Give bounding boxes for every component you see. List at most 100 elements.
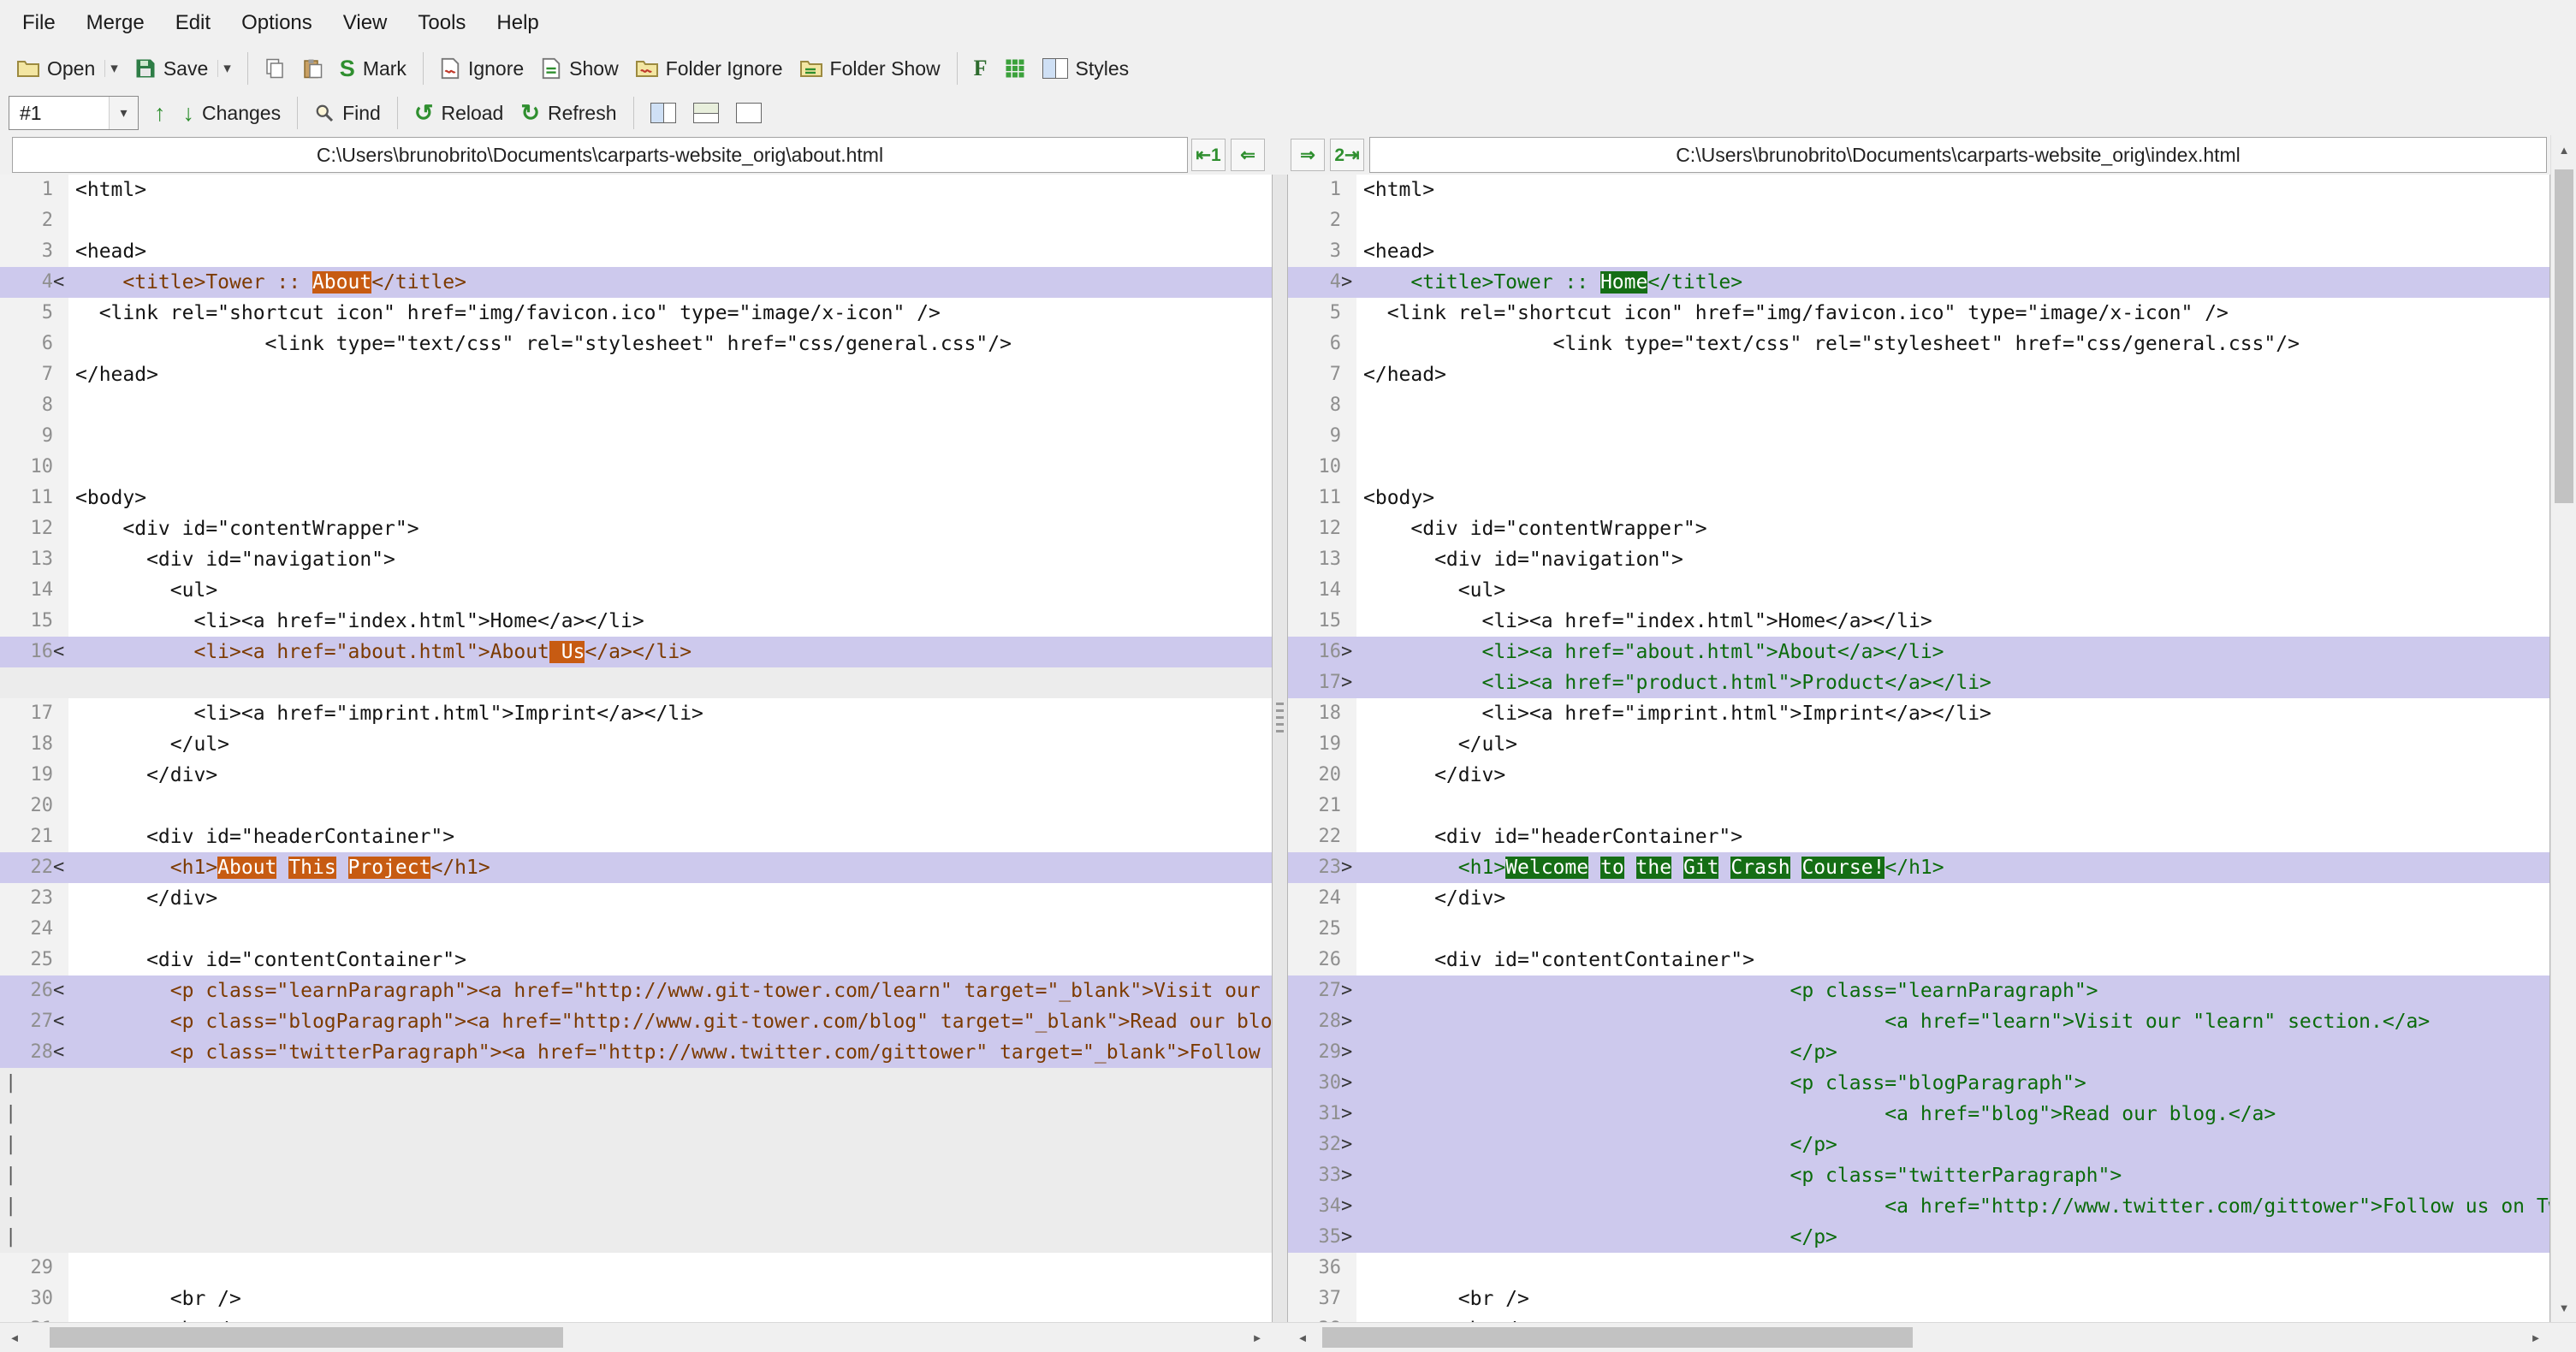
right-horizontal-scrollbar-thumb[interactable]	[1322, 1327, 1913, 1348]
code-line[interactable]: 5 <link rel="shortcut icon" href="img/fa…	[1288, 298, 2549, 329]
left-file-header[interactable]: C:\Users\brunobrito\Documents\carparts-w…	[12, 137, 1188, 173]
code-line[interactable]: 7 </head>	[1288, 359, 2549, 390]
code-line[interactable]: 17 > <li><a href="product.html">Product</…	[1288, 667, 2549, 698]
right-file-header[interactable]: C:\Users\brunobrito\Documents\carparts-w…	[1369, 137, 2547, 173]
code-line[interactable]: 35 > </p>	[1288, 1222, 2549, 1253]
save-dropdown-icon[interactable]: ▾	[217, 60, 231, 77]
code-line[interactable]: |	[0, 1130, 1272, 1160]
code-line[interactable]: 23 > <h1>Welcome to the Git Crash Course!…	[1288, 852, 2549, 883]
code-line[interactable]: 16 < <li><a href="about.html">About Us</a…	[0, 637, 1272, 667]
scroll-right-arrow-icon[interactable]: ►	[2521, 1323, 2550, 1352]
scroll-up-arrow-icon[interactable]: ▲	[2551, 135, 2576, 164]
code-line[interactable]: 15 <li><a href="index.html">Home</a></li…	[1288, 606, 2549, 637]
code-line[interactable]: 25	[1288, 914, 2549, 945]
code-line[interactable]: |	[0, 1222, 1272, 1253]
code-line[interactable]: 13 <div id="navigation">	[1288, 544, 2549, 575]
code-line[interactable]: 19 </ul>	[1288, 729, 2549, 760]
code-line[interactable]: 32 > </p>	[1288, 1130, 2549, 1160]
code-line[interactable]	[0, 667, 1272, 698]
code-line[interactable]: 15 <li><a href="index.html">Home</a></li…	[0, 606, 1272, 637]
code-line[interactable]: 2	[0, 205, 1272, 236]
ignore-button[interactable]: Ignore	[431, 49, 532, 88]
save-button[interactable]: Save ▾	[127, 49, 240, 88]
code-line[interactable]: 25 <div id="contentContainer">	[0, 945, 1272, 975]
reload-button[interactable]: ↺ Reload	[406, 93, 513, 133]
copy-to-pane-1-button[interactable]: ⇤1	[1191, 139, 1226, 171]
code-line[interactable]: |	[0, 1068, 1272, 1099]
refresh-button[interactable]: ↻ Refresh	[512, 93, 625, 133]
styles-button[interactable]: Styles	[1034, 49, 1138, 88]
code-line[interactable]: 37 <br />	[1288, 1284, 2549, 1314]
paste-button[interactable]	[294, 49, 331, 88]
code-line[interactable]: 6 <link type="text/css" rel="stylesheet"…	[1288, 329, 2549, 359]
code-line[interactable]: 7 </head>	[0, 359, 1272, 390]
vertical-scrollbar[interactable]: ▲ ▼	[2550, 135, 2576, 1322]
code-line[interactable]: |	[0, 1191, 1272, 1222]
code-line[interactable]: 10	[0, 452, 1272, 483]
code-line[interactable]: 11 <body>	[0, 483, 1272, 513]
diff-selector[interactable]: #1 ▾	[9, 96, 139, 130]
scroll-down-arrow-icon[interactable]: ▼	[2551, 1293, 2576, 1322]
code-line[interactable]: 17 <li><a href="imprint.html">Imprint</a…	[0, 698, 1272, 729]
code-line[interactable]: 27 > <p class="learnParagraph">	[1288, 975, 2549, 1006]
code-line[interactable]: 36	[1288, 1253, 2549, 1284]
code-line[interactable]: 34 > <a href="http://www.twitter.com/gitt…	[1288, 1191, 2549, 1222]
code-line[interactable]: 29 > </p>	[1288, 1037, 2549, 1068]
code-line[interactable]: 9	[1288, 421, 2549, 452]
code-line[interactable]: 28 < <p class="twitterParagraph"><a href=…	[0, 1037, 1272, 1068]
code-line[interactable]: 24 </div>	[1288, 883, 2549, 914]
prev-change-button[interactable]: ↑	[145, 93, 175, 133]
copy-right-button[interactable]: ⇒	[1291, 139, 1325, 171]
folder-show-button[interactable]: Folder Show	[792, 49, 949, 88]
code-line[interactable]: 3 <head>	[1288, 236, 2549, 267]
code-line[interactable]: 33 > <p class="twitterParagraph">	[1288, 1160, 2549, 1191]
copy-left-button[interactable]: ⇐	[1231, 139, 1265, 171]
code-line[interactable]: 10	[1288, 452, 2549, 483]
pane-splitter[interactable]	[1272, 175, 1288, 1322]
code-line[interactable]: 18 <li><a href="imprint.html">Imprint</a…	[1288, 698, 2549, 729]
copy-to-pane-2-button[interactable]: 2⇥	[1330, 139, 1364, 171]
code-line[interactable]: 1 <html>	[1288, 175, 2549, 205]
code-line[interactable]: 22 <div id="headerContainer">	[1288, 821, 2549, 852]
filters-button[interactable]: F	[965, 49, 996, 88]
code-line[interactable]: 13 <div id="navigation">	[0, 544, 1272, 575]
mark-button[interactable]: S Mark	[331, 49, 415, 88]
code-line[interactable]: 30 > <p class="blogParagraph">	[1288, 1068, 2549, 1099]
code-line[interactable]: 21	[1288, 791, 2549, 821]
code-line[interactable]: 6 <link type="text/css" rel="stylesheet"…	[0, 329, 1272, 359]
layout-horizontal-button[interactable]	[685, 93, 727, 133]
left-horizontal-scrollbar[interactable]: ◄ ►	[0, 1323, 1272, 1352]
right-code-pane[interactable]: 1 <html> 2 3 <head> 4 > <title>Tower :: Home</…	[1288, 175, 2550, 1322]
code-line[interactable]: 9	[0, 421, 1272, 452]
scroll-left-arrow-icon[interactable]: ◄	[1288, 1323, 1317, 1352]
code-line[interactable]: 16 > <li><a href="about.html">About</a></…	[1288, 637, 2549, 667]
menu-help[interactable]: Help	[481, 0, 554, 46]
open-dropdown-icon[interactable]: ▾	[104, 60, 118, 77]
menu-tools[interactable]: Tools	[402, 0, 481, 46]
code-line[interactable]: 19 </div>	[0, 760, 1272, 791]
scroll-left-arrow-icon[interactable]: ◄	[0, 1323, 29, 1352]
code-line[interactable]: 12 <div id="contentWrapper">	[0, 513, 1272, 544]
code-line[interactable]: 22 < <h1>About This Project</h1>	[0, 852, 1272, 883]
vertical-scrollbar-thumb[interactable]	[2555, 169, 2573, 503]
left-horizontal-scrollbar-thumb[interactable]	[50, 1327, 563, 1348]
menu-merge[interactable]: Merge	[71, 0, 160, 46]
code-line[interactable]: 20	[0, 791, 1272, 821]
right-horizontal-scrollbar[interactable]: ◄ ►	[1288, 1323, 2550, 1352]
folder-ignore-button[interactable]: Folder Ignore	[627, 49, 792, 88]
diff-selector-dropdown-icon[interactable]: ▾	[109, 97, 138, 129]
menu-edit[interactable]: Edit	[160, 0, 226, 46]
code-line[interactable]: 14 <ul>	[1288, 575, 2549, 606]
show-button[interactable]: Show	[532, 49, 627, 88]
layout-mixed-button[interactable]	[727, 93, 770, 133]
menu-file[interactable]: File	[7, 0, 71, 46]
code-line[interactable]: 38 <br />	[1288, 1314, 2549, 1322]
scroll-right-arrow-icon[interactable]: ►	[1243, 1323, 1272, 1352]
find-button[interactable]: Find	[306, 93, 389, 133]
code-line[interactable]: 29	[0, 1253, 1272, 1284]
code-line[interactable]: 4 > <title>Tower :: Home</title>	[1288, 267, 2549, 298]
left-code-pane[interactable]: 1 <html> 2 3 <head> 4 < <title>Tower :: About<…	[0, 175, 1272, 1322]
code-line[interactable]: |	[0, 1099, 1272, 1130]
code-line[interactable]: 26 <div id="contentContainer">	[1288, 945, 2549, 975]
code-line[interactable]: 8	[0, 390, 1272, 421]
